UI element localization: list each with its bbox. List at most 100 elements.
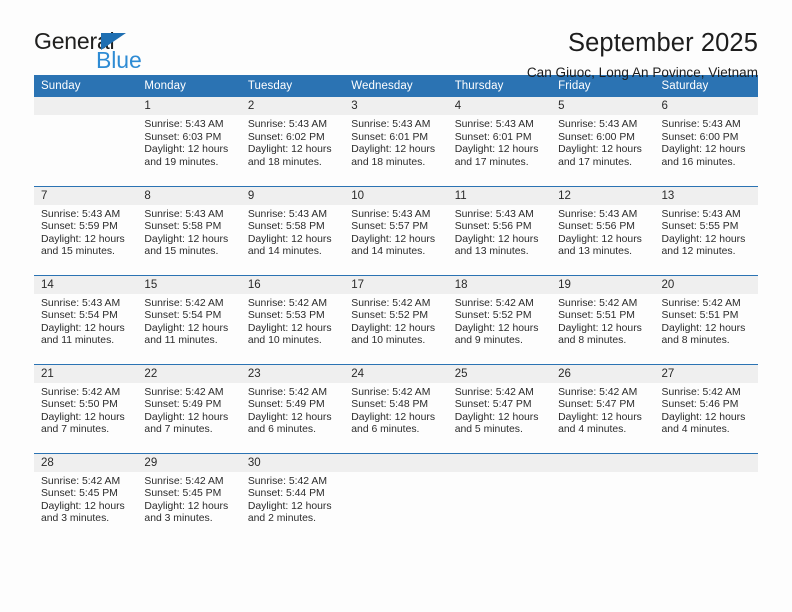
sunset-time: Sunset: 5:47 PM (454, 399, 532, 411)
day-details: Sunrise: 5:42 AM Sunset: 5:47 PM Daylight:… (551, 383, 654, 437)
sunset-time: Sunset: 6:01 PM (351, 131, 429, 143)
daylight-duration-line1: Daylight: 12 hours (661, 411, 746, 423)
calendar-day-cell[interactable]: 24 Sunrise: 5:42 AM Sunset: 5:48 PM Dayligh… (344, 363, 448, 453)
day-details: Sunrise: 5:42 AM Sunset: 5:51 PM Daylight:… (655, 294, 758, 348)
calendar-day-cell[interactable]: 10 Sunrise: 5:43 AM Sunset: 5:57 PM Dayligh… (344, 185, 448, 275)
sunrise-time: Sunrise: 5:42 AM (661, 386, 741, 398)
day-number (344, 453, 448, 472)
sunset-time: Sunset: 5:45 PM (41, 488, 118, 500)
calendar-day-cell[interactable]: 11 Sunrise: 5:43 AM Sunset: 5:56 PM Dayligh… (447, 185, 552, 275)
day-details: Sunrise: 5:42 AM Sunset: 5:51 PM Daylight:… (551, 294, 654, 348)
day-number: 10 (344, 186, 448, 205)
day-number: 7 (34, 186, 138, 205)
calendar-day-cell[interactable]: 2 Sunrise: 5:43 AM Sunset: 6:02 PM Daylight… (240, 97, 345, 186)
day-number: 2 (240, 97, 345, 115)
calendar-day-cell[interactable]: 14 Sunrise: 5:43 AM Sunset: 5:54 PM Dayligh… (34, 274, 138, 364)
calendar-day-cell[interactable]: 18 Sunrise: 5:42 AM Sunset: 5:52 PM Dayligh… (447, 274, 552, 364)
sunset-time: Sunset: 5:55 PM (661, 221, 739, 233)
day-details: Sunrise: 5:42 AM Sunset: 5:48 PM Daylight:… (344, 383, 447, 437)
calendar-day-cell[interactable]: 27 Sunrise: 5:42 AM Sunset: 5:46 PM Dayligh… (654, 363, 758, 453)
calendar-day-cell[interactable]: 26 Sunrise: 5:42 AM Sunset: 5:47 PM Dayligh… (551, 363, 655, 453)
day-number: 24 (344, 364, 448, 383)
sunset-time: Sunset: 6:01 PM (454, 131, 532, 143)
day-number: 23 (240, 364, 345, 383)
day-details: Sunrise: 5:43 AM Sunset: 5:57 PM Daylight:… (344, 205, 447, 259)
calendar-week-row: 21 Sunrise: 5:42 AM Sunset: 5:50 PM Dayligh… (34, 363, 758, 453)
calendar-day-cell[interactable]: 8 Sunrise: 5:43 AM Sunset: 5:58 PM Daylight… (137, 185, 241, 275)
daylight-duration-line2: and 13 minutes. (454, 246, 529, 258)
page-title: September 2025 (568, 29, 758, 57)
calendar-day-cell[interactable]: 1 Sunrise: 5:43 AM Sunset: 6:03 PM Daylight… (137, 97, 241, 186)
calendar-page: General Blue September 2025 Can Giuoc, L… (0, 0, 792, 612)
day-details: Sunrise: 5:42 AM Sunset: 5:53 PM Daylight:… (241, 294, 344, 348)
sunrise-time: Sunrise: 5:42 AM (144, 297, 224, 309)
day-number: 3 (344, 97, 448, 115)
day-details: Sunrise: 5:42 AM Sunset: 5:49 PM Daylight:… (241, 383, 344, 437)
day-details: Sunrise: 5:43 AM Sunset: 5:56 PM Daylight:… (551, 205, 654, 259)
day-details: Sunrise: 5:43 AM Sunset: 6:01 PM Daylight:… (448, 115, 551, 169)
sunrise-time: Sunrise: 5:43 AM (247, 119, 327, 130)
daylight-duration-line2: and 15 minutes. (144, 246, 219, 258)
day-details: Sunrise: 5:42 AM Sunset: 5:46 PM Daylight:… (655, 383, 758, 437)
day-number: 30 (240, 453, 345, 472)
sunset-time: Sunset: 6:00 PM (661, 131, 739, 143)
calendar-day-cell[interactable]: 15 Sunrise: 5:42 AM Sunset: 5:54 PM Dayligh… (137, 274, 241, 364)
day-details: Sunrise: 5:42 AM Sunset: 5:44 PM Daylight:… (241, 472, 344, 526)
sunrise-time: Sunrise: 5:42 AM (351, 386, 431, 398)
calendar-day-cell[interactable]: 12 Sunrise: 5:43 AM Sunset: 5:56 PM Dayligh… (551, 185, 655, 275)
calendar-day-cell[interactable]: 22 Sunrise: 5:42 AM Sunset: 5:49 PM Dayligh… (137, 363, 241, 453)
sunset-time: Sunset: 5:45 PM (144, 488, 222, 500)
day-details: Sunrise: 5:42 AM Sunset: 5:52 PM Daylight:… (448, 294, 551, 348)
calendar-day-cell[interactable]: 25 Sunrise: 5:42 AM Sunset: 5:47 PM Dayligh… (447, 363, 552, 453)
calendar-day-cell[interactable]: 16 Sunrise: 5:42 AM Sunset: 5:53 PM Dayligh… (240, 274, 345, 364)
daylight-duration-line2: and 19 minutes. (144, 156, 219, 168)
calendar-day-cell[interactable]: 17 Sunrise: 5:42 AM Sunset: 5:52 PM Dayligh… (344, 274, 448, 364)
sunrise-sunset-calendar-table: Sunday Monday Tuesday Wednesday Thursday… (34, 75, 758, 542)
sunset-time: Sunset: 5:51 PM (661, 310, 739, 322)
sunrise-time: Sunrise: 5:43 AM (454, 119, 534, 130)
calendar-day-cell[interactable]: 7 Sunrise: 5:43 AM Sunset: 5:59 PM Daylight… (34, 185, 138, 275)
day-number: 28 (34, 453, 138, 472)
daylight-duration-line1: Daylight: 12 hours (661, 144, 746, 156)
calendar-day-cell-empty (551, 452, 655, 542)
sunrise-time: Sunrise: 5:43 AM (247, 208, 327, 220)
calendar-day-cell[interactable]: 3 Sunrise: 5:43 AM Sunset: 6:01 PM Daylight… (344, 97, 448, 186)
daylight-duration-line2: and 4 minutes. (661, 424, 730, 436)
calendar-day-cell[interactable]: 13 Sunrise: 5:43 AM Sunset: 5:55 PM Dayligh… (654, 185, 758, 275)
calendar-day-cell[interactable]: 19 Sunrise: 5:42 AM Sunset: 5:51 PM Dayligh… (551, 274, 655, 364)
sunset-time: Sunset: 5:59 PM (41, 221, 118, 233)
daylight-duration-line1: Daylight: 12 hours (558, 144, 642, 156)
day-number (34, 97, 138, 115)
sunset-time: Sunset: 5:44 PM (247, 488, 325, 500)
day-number: 12 (551, 186, 655, 205)
calendar-day-cell[interactable]: 9 Sunrise: 5:43 AM Sunset: 5:58 PM Daylight… (240, 185, 345, 275)
calendar-day-cell[interactable]: 30 Sunrise: 5:42 AM Sunset: 5:44 PM Dayligh… (240, 452, 345, 542)
calendar-day-cell[interactable]: 20 Sunrise: 5:42 AM Sunset: 5:51 PM Dayligh… (654, 274, 758, 364)
sunset-time: Sunset: 5:54 PM (144, 310, 222, 322)
calendar-day-cell[interactable]: 23 Sunrise: 5:42 AM Sunset: 5:49 PM Dayligh… (240, 363, 345, 453)
daylight-duration-line1: Daylight: 12 hours (41, 322, 125, 334)
calendar-day-cell[interactable]: 29 Sunrise: 5:42 AM Sunset: 5:45 PM Dayligh… (137, 452, 241, 542)
sunrise-time: Sunrise: 5:42 AM (41, 475, 121, 487)
calendar-day-cell[interactable]: 28 Sunrise: 5:42 AM Sunset: 5:45 PM Dayligh… (34, 452, 138, 542)
day-details: Sunrise: 5:43 AM Sunset: 6:03 PM Daylight:… (137, 115, 240, 169)
calendar-day-cell-empty (34, 97, 138, 186)
calendar-day-cell-empty (344, 452, 448, 542)
daylight-duration-line1: Daylight: 12 hours (247, 144, 332, 156)
sunset-time: Sunset: 5:54 PM (41, 310, 118, 322)
day-number: 11 (447, 186, 552, 205)
calendar-day-cell[interactable]: 5 Sunrise: 5:43 AM Sunset: 6:00 PM Daylight… (551, 97, 655, 186)
general-blue-logo[interactable]: General Blue (34, 28, 164, 76)
day-number: 25 (447, 364, 552, 383)
daylight-duration-line1: Daylight: 12 hours (247, 322, 332, 334)
day-number: 14 (34, 275, 138, 294)
calendar-day-cell[interactable]: 6 Sunrise: 5:43 AM Sunset: 6:00 PM Daylight… (654, 97, 758, 186)
daylight-duration-line1: Daylight: 12 hours (351, 144, 436, 156)
calendar-day-cell[interactable]: 4 Sunrise: 5:43 AM Sunset: 6:01 PM Daylight… (447, 97, 552, 186)
daylight-duration-line1: Daylight: 12 hours (351, 322, 436, 334)
sunset-time: Sunset: 5:56 PM (558, 221, 635, 233)
day-number: 13 (654, 186, 758, 205)
daylight-duration-line1: Daylight: 12 hours (247, 500, 332, 512)
sunrise-time: Sunrise: 5:43 AM (558, 208, 638, 220)
calendar-day-cell[interactable]: 21 Sunrise: 5:42 AM Sunset: 5:50 PM Dayligh… (34, 363, 138, 453)
